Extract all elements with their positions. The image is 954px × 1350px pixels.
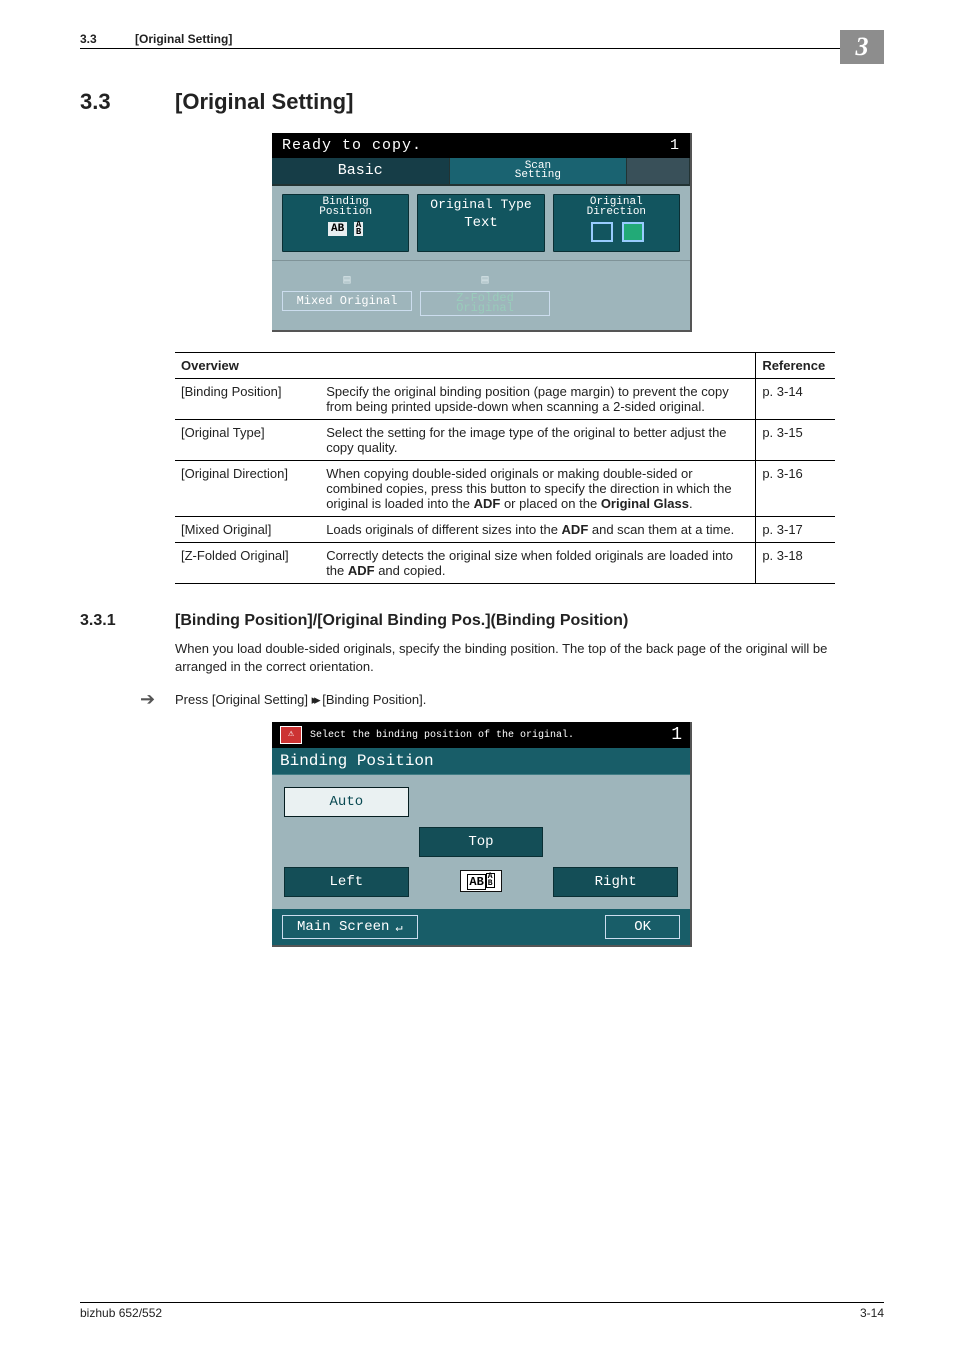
panel1-tabs: Basic Scan Setting [272,158,690,186]
z-folded-icon: ▤ [420,269,550,291]
table-row: [Original Type] Select the setting for t… [175,420,835,461]
mixed-original-button[interactable]: ▤ Mixed Original [282,269,412,317]
tab-scan-line2: Setting [515,169,561,181]
panel2-title: Binding Position [272,748,690,775]
row-name: [Original Type] [175,420,320,461]
control-panel-screenshot-1: Ready to copy. 1 Basic Scan Setting Bind… [272,133,692,332]
step-text-pre: Press [Original Setting] [175,692,312,707]
table-row: [Mixed Original] Loads originals of diff… [175,517,835,543]
panel2-footer: Main Screen ↵ OK [272,909,690,945]
tab-scan-setting[interactable]: Scan Setting [450,158,628,186]
row-name: [Mixed Original] [175,517,320,543]
heading-number: 3.3 [80,89,175,115]
z-folded-original-button[interactable]: ▤ Z-FoldedOriginal [420,269,550,317]
control-panel-screenshot-2: ⚠ Select the binding position of the ori… [272,722,692,947]
subsection-title: [Binding Position]/[Original Binding Pos… [175,612,628,630]
page-footer: bizhub 652/552 3-14 [80,1302,884,1320]
binding-position-icon-2: AB [354,222,363,236]
header-section-number: 3.3 [80,32,135,46]
return-arrow-icon: ↵ [395,920,402,935]
row-ref: p. 3-16 [756,461,835,517]
row-desc: When copying double-sided originals or m… [320,461,756,517]
subsection-number: 3.3.1 [80,612,175,630]
row-desc: Select the setting for the image type of… [320,420,756,461]
panel2-status-bar: ⚠ Select the binding position of the ori… [272,722,690,748]
running-header: 3.3 [Original Setting] [80,32,884,49]
main-screen-button[interactable]: Main Screen ↵ [282,915,418,939]
orig-direction-icon-2 [622,222,644,242]
panel1-status-text: Ready to copy. [282,137,422,154]
panel1-row1: BindingPosition AB AB Original Type Text… [272,186,690,261]
row-ref: p. 3-17 [756,517,835,543]
sequence-arrow-icon: ▸▸ [312,692,319,707]
footer-model: bizhub 652/552 [80,1306,162,1320]
z-folded-label: Z-FoldedOriginal [420,291,550,317]
original-type-button[interactable]: Original Type Text [417,194,544,252]
orig-direction-icon-1 [591,222,613,242]
step-arrow-icon: ➔ [140,689,175,710]
right-button[interactable]: Right [553,867,678,897]
th-overview: Overview [175,353,756,379]
th-reference: Reference [756,353,835,379]
row-ref: p. 3-15 [756,420,835,461]
table-row: [Binding Position] Specify the original … [175,379,835,420]
subsection-body: When you load double-sided originals, sp… [175,640,835,675]
procedure-step: ➔ Press [Original Setting] ▸▸ [Binding P… [140,689,884,710]
mixed-original-icon: ▤ [282,269,412,291]
warning-icon: ⚠ [280,726,302,744]
table-row: [Original Direction] When copying double… [175,461,835,517]
original-direction-label: OriginalDirection [556,197,677,218]
binding-position-icon: AB [328,222,347,236]
binding-position-button[interactable]: BindingPosition AB AB [282,194,409,252]
chapter-number-tab: 3 [840,30,884,64]
panel1-status-bar: Ready to copy. 1 [272,133,690,158]
overview-table: Overview Reference [Binding Position] Sp… [175,352,835,584]
row-desc: Correctly detects the original size when… [320,543,756,584]
panel2-copy-count: 1 [671,725,682,745]
main-screen-label: Main Screen [297,919,389,935]
subsection-heading: 3.3.1 [Binding Position]/[Original Bindi… [80,612,884,630]
binding-position-label: BindingPosition [285,197,406,218]
mixed-original-label: Mixed Original [282,291,412,311]
row-ref: p. 3-18 [756,543,835,584]
auto-button[interactable]: Auto [284,787,409,817]
panel2-prompt: Select the binding position of the origi… [310,730,574,741]
footer-page: 3-14 [860,1306,884,1320]
top-button[interactable]: Top [419,827,544,857]
binding-preview: ABAB [419,867,544,897]
panel1-copy-count: 1 [670,137,680,154]
row-ref: p. 3-14 [756,379,835,420]
left-button[interactable]: Left [284,867,409,897]
tab-blank [627,158,690,186]
row-desc: Specify the original binding position (p… [320,379,756,420]
original-type-value: Text [420,215,541,231]
panel2-body: Auto Top Left ABAB Right [272,775,690,909]
original-direction-button[interactable]: OriginalDirection [553,194,680,252]
ok-button[interactable]: OK [605,915,680,939]
tab-basic[interactable]: Basic [272,158,450,186]
step-text-post: [Binding Position]. [322,692,426,707]
original-type-label: Original Type [420,199,541,211]
panel1-row2: ▤ Mixed Original ▤ Z-FoldedOriginal [272,261,690,331]
row-name: [Z-Folded Original] [175,543,320,584]
row-name: [Binding Position] [175,379,320,420]
row-name: [Original Direction] [175,461,320,517]
section-heading: 3.3 [Original Setting] [80,89,884,115]
row-desc: Loads originals of different sizes into … [320,517,756,543]
header-section-title: [Original Setting] [135,32,232,46]
binding-preview-icon: ABAB [460,870,501,891]
table-row: [Z-Folded Original] Correctly detects th… [175,543,835,584]
heading-title: [Original Setting] [175,89,353,115]
